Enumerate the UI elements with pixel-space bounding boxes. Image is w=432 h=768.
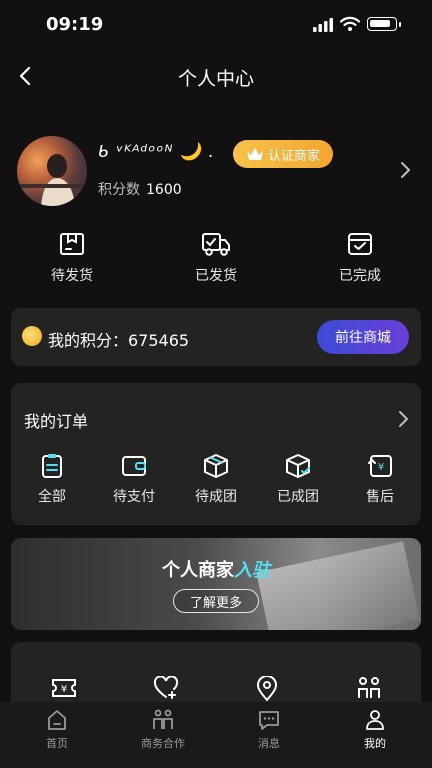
order-label: 已成团 [277,489,319,505]
wifi-icon [340,16,360,31]
svg-text:¥: ¥ [61,684,67,695]
tab-home[interactable]: 首页 [12,709,102,751]
check-box-icon [348,233,372,255]
page-title: 个人中心 [177,68,254,90]
chevron-right-icon[interactable] [400,160,412,180]
order-item-pending-payment[interactable]: 待支付 [94,453,174,506]
learn-more-button[interactable]: 了解更多 [173,589,259,613]
order-item-all[interactable]: 全部 [12,453,92,506]
banner-title-main: 个人商家 [162,560,234,581]
wallet-icon [122,456,146,476]
points-summary: 积分数 1600 [98,179,182,199]
heart-add-icon[interactable] [153,676,179,700]
battery-icon [367,17,401,31]
shipping-item-completed[interactable]: 已完成 [315,230,405,285]
tab-label: 我的 [364,737,386,750]
cube-done-icon [286,454,310,478]
location-icon[interactable] [255,676,279,702]
coin-icon [22,326,42,346]
svg-text:¥: ¥ [378,462,384,473]
points-value: 1600 [146,182,182,198]
cube-icon [204,454,228,478]
tab-label: 首页 [46,737,68,750]
merchant-banner[interactable] [11,538,421,630]
shipping-status-row: 待发货 已发货 已完成 [0,230,432,286]
order-label: 售后 [366,489,394,505]
message-icon [259,711,279,730]
badge-label: 认证商家 [267,148,320,164]
chevron-right-icon[interactable] [398,409,410,429]
box-icon [60,233,84,255]
order-label: 待成团 [195,489,237,505]
tab-messages[interactable]: 消息 [224,709,314,751]
shipping-label: 已发货 [195,268,237,284]
points-label: 积分数 [98,182,140,198]
tab-label: 消息 [258,737,280,750]
order-item-after-sales[interactable]: ¥ 售后 [340,453,420,506]
shipping-item-pending[interactable]: 待发货 [27,230,117,285]
crown-icon [246,148,263,160]
username: ᑲ ᵛᴷᴬᵈᵒᵒᴺ 🌙 . [98,142,215,162]
tab-mine[interactable]: 我的 [330,709,420,751]
signal-icon [313,18,333,32]
tab-label: 商务合作 [141,737,185,750]
people-icon[interactable] [356,676,382,700]
banner-title: 个人商家入驻 [0,556,432,582]
tab-cooperation[interactable]: 商务合作 [118,709,208,751]
status-time: 09:19 [46,14,104,35]
order-item-group-done[interactable]: 已成团 [258,453,338,506]
my-points-text: 我的积分：675465 [48,331,190,350]
home-icon [48,710,66,730]
truck-icon [202,233,230,256]
certified-merchant-badge[interactable]: 认证商家 [233,140,333,168]
go-to-mall-button[interactable]: 前往商城 [317,320,409,354]
my-orders-title[interactable]: 我的订单 [24,408,88,432]
refund-icon: ¥ [368,455,392,477]
banner-title-accent: 入驻 [234,560,270,581]
cooperation-icon [153,709,173,729]
clipboard-icon [42,454,62,478]
shipping-label: 待发货 [51,268,93,284]
shipping-item-shipped[interactable]: 已发货 [171,230,261,285]
avatar[interactable] [17,136,87,206]
order-label: 待支付 [113,489,155,505]
user-icon [366,710,384,730]
order-label: 全部 [38,489,66,505]
coupon-icon[interactable]: ¥ [51,676,77,700]
shipping-label: 已完成 [339,268,381,284]
order-item-pending-group[interactable]: 待成团 [176,453,256,506]
